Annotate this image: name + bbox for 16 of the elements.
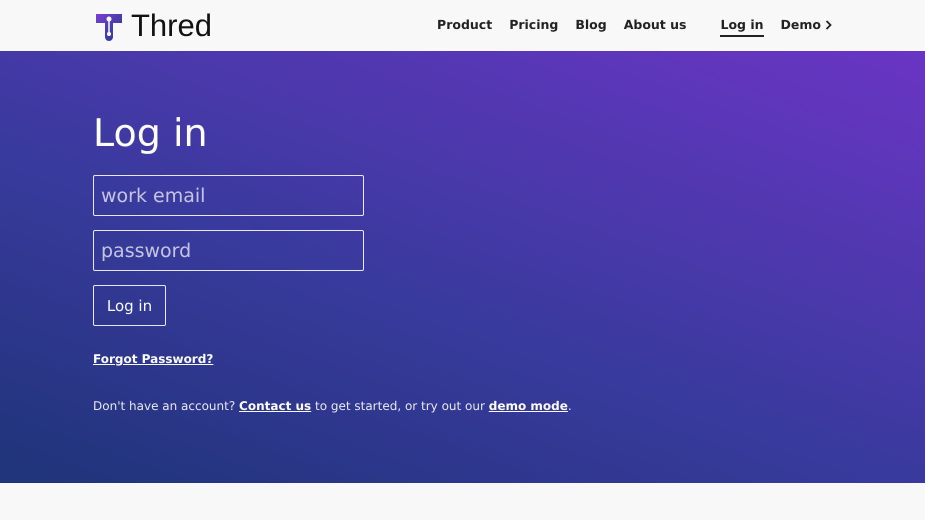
nav-link[interactable]: About us	[624, 14, 686, 37]
nav-link[interactable]: Pricing	[509, 14, 558, 37]
nav-link[interactable]: Blog	[575, 14, 607, 37]
signup-note: Don't have an account? Contact us to get started, or try out our demo mode.	[93, 399, 573, 413]
chevron-icon	[825, 20, 832, 30]
password-field[interactable]: password	[93, 230, 364, 271]
login-button[interactable]: Log in	[93, 285, 166, 326]
nav-link[interactable]: Product	[437, 14, 492, 37]
email-field[interactable]: work email	[93, 175, 364, 216]
nav-link[interactable]: Demo	[780, 14, 832, 37]
nav-link[interactable]: Log in	[720, 14, 764, 37]
page-title: Log in	[93, 111, 209, 155]
note-link[interactable]: demo mode	[488, 399, 568, 413]
note-link[interactable]: Contact us	[239, 399, 312, 413]
forgot-password-link[interactable]: Forgot Password?	[93, 352, 214, 366]
brand-name[interactable]: Thred	[131, 8, 212, 44]
